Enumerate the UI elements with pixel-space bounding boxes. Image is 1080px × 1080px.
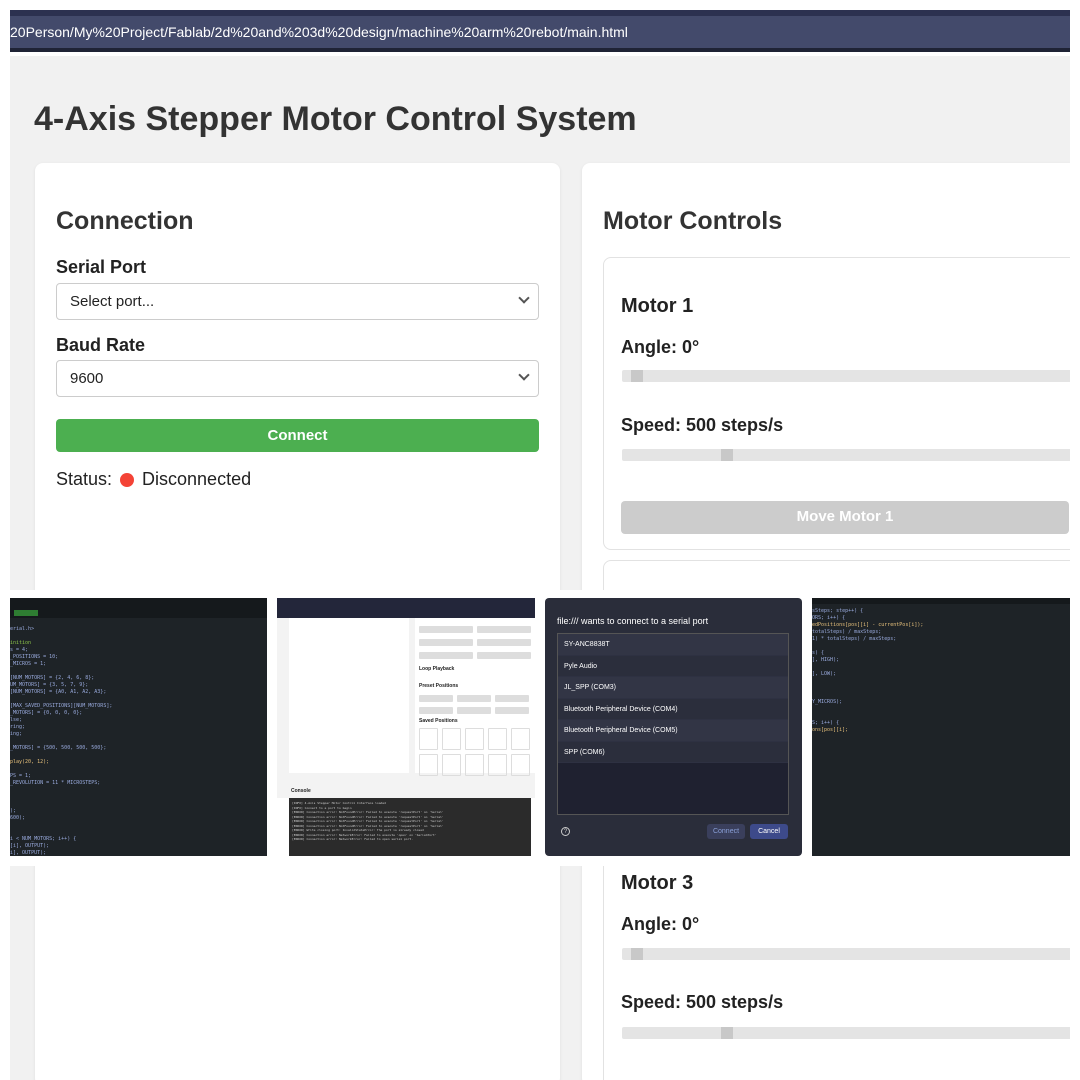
- port-option[interactable]: Bluetooth Peripheral Device (COM5): [558, 720, 788, 742]
- thumb-button: [457, 707, 491, 714]
- serial-port-label: Serial Port: [56, 257, 147, 277]
- dialog-cancel-button[interactable]: Cancel: [750, 824, 788, 839]
- saved-positions-heading: Saved Positions: [419, 718, 458, 724]
- thumb-button: [419, 626, 473, 633]
- port-option[interactable]: SPP (COM6): [558, 741, 788, 763]
- slider-thumb[interactable]: [721, 1027, 733, 1039]
- preset-positions-heading: Preset Positions: [419, 683, 459, 689]
- connect-button[interactable]: Connect: [56, 419, 539, 452]
- saved-position-slot: [465, 754, 484, 776]
- speed-label: Speed: 500 steps/s: [621, 415, 784, 435]
- motor-name: Motor 1: [621, 295, 694, 317]
- angle-label: Angle: 0°: [621, 914, 700, 934]
- angle-slider[interactable]: [622, 370, 1070, 382]
- status-value: Disconnected: [142, 469, 252, 489]
- saved-position-slot: [419, 728, 438, 750]
- saved-position-slot: [488, 754, 507, 776]
- saved-position-slot: [442, 728, 461, 750]
- console-panel: [INFO] 4-Axis Stepper Motor Control Inte…: [289, 798, 531, 856]
- chevron-down-icon: [518, 369, 530, 381]
- slider-thumb[interactable]: [631, 370, 643, 382]
- thumb-button: [419, 639, 473, 646]
- slider-thumb[interactable]: [631, 948, 643, 960]
- code-editor-thumbnail: erial.h> inition s = 4; _POSITIONS = 10;…: [10, 598, 267, 856]
- port-option[interactable]: SY-ANC8838T: [558, 634, 788, 656]
- app-page: 4-Axis Stepper Motor Control System Conn…: [10, 56, 1070, 590]
- motor-controls-card: Motor Controls Motor 1 Angle: 0° Speed: …: [582, 163, 1070, 590]
- motor-name: Motor 3: [621, 872, 694, 894]
- connection-heading: Connection: [56, 207, 194, 235]
- screenshot-collage: 20Person/My%20Project/Fablab/2d%20and%20…: [0, 0, 1080, 1080]
- connection-status: Status: Disconnected: [56, 469, 251, 490]
- saved-position-slot: [419, 754, 438, 776]
- connection-card-lower: [35, 866, 560, 1080]
- thumb-button: [495, 707, 529, 714]
- thumb-button: [477, 652, 531, 659]
- motor-2-panel: [603, 560, 1070, 590]
- saved-position-slot: [442, 754, 461, 776]
- connection-card: Connection Serial Port Select port... Ba…: [35, 163, 560, 590]
- serial-port-dialog: file:/// wants to connect to a serial po…: [545, 598, 802, 856]
- loop-playback-label: Loop Playback: [419, 666, 455, 672]
- thumb-button: [419, 707, 453, 714]
- port-option[interactable]: Bluetooth Peripheral Device (COM4): [558, 698, 788, 720]
- url-text[interactable]: 20Person/My%20Project/Fablab/2d%20and%20…: [10, 24, 628, 40]
- baud-rate-select[interactable]: 9600: [56, 360, 539, 397]
- dialog-connect-button[interactable]: Connect: [707, 824, 745, 839]
- browser-address-bar[interactable]: 20Person/My%20Project/Fablab/2d%20and%20…: [10, 10, 1070, 52]
- port-option[interactable]: Pyle Audio: [558, 655, 788, 677]
- baud-rate-label: Baud Rate: [56, 335, 146, 355]
- console-heading: Console: [291, 788, 311, 794]
- speed-label: Speed: 500 steps/s: [621, 992, 784, 1012]
- angle-slider[interactable]: [622, 948, 1070, 960]
- thumb-button: [457, 695, 491, 702]
- page-title: 4-Axis Stepper Motor Control System: [34, 100, 637, 138]
- slider-thumb[interactable]: [721, 449, 733, 461]
- thumb-button: [419, 695, 453, 702]
- help-icon[interactable]: ?: [561, 827, 570, 836]
- thumb-button: [477, 626, 531, 633]
- baud-rate-value: 9600: [70, 370, 104, 387]
- app-controls-thumbnail: Loop Playback Preset Positions Saved Pos…: [277, 598, 535, 856]
- move-motor-1-button[interactable]: Move Motor 1: [621, 501, 1069, 534]
- port-option[interactable]: JL_SPP (COM3): [558, 677, 788, 699]
- saved-position-slot: [465, 728, 484, 750]
- speed-slider[interactable]: [622, 449, 1070, 461]
- serial-port-list: SY-ANC8838T Pyle Audio JL_SPP (COM3) Blu…: [557, 633, 789, 815]
- status-label: Status:: [56, 469, 113, 489]
- motor-controls-heading: Motor Controls: [603, 207, 783, 235]
- thumb-button: [419, 652, 473, 659]
- app-page-lower: Motor 3 Angle: 0° Speed: 500 steps/s: [10, 866, 1070, 1080]
- serial-port-select[interactable]: Select port...: [56, 283, 539, 320]
- motor-controls-card-lower: Motor 3 Angle: 0° Speed: 500 steps/s: [582, 866, 1070, 1080]
- saved-position-slot: [488, 728, 507, 750]
- saved-position-slot: [511, 728, 530, 750]
- motor-1-panel: Motor 1 Angle: 0° Speed: 500 steps/s Mov…: [603, 257, 1070, 550]
- serial-port-value: Select port...: [70, 293, 155, 310]
- angle-label: Angle: 0°: [621, 337, 700, 357]
- status-indicator-icon: [120, 472, 135, 487]
- thumb-button: [477, 639, 531, 646]
- code-editor-thumbnail-2: sSteps; step++) { ORS; i++) { edPosition…: [812, 598, 1070, 856]
- chevron-down-icon: [518, 292, 530, 304]
- speed-slider[interactable]: [622, 1027, 1070, 1039]
- dialog-title: file:/// wants to connect to a serial po…: [557, 616, 709, 626]
- thumb-button: [495, 695, 529, 702]
- motor-3-panel: Motor 3 Angle: 0° Speed: 500 steps/s: [603, 866, 1070, 1080]
- thumbnail-strip: erial.h> inition s = 4; _POSITIONS = 10;…: [10, 598, 1070, 856]
- saved-position-slot: [511, 754, 530, 776]
